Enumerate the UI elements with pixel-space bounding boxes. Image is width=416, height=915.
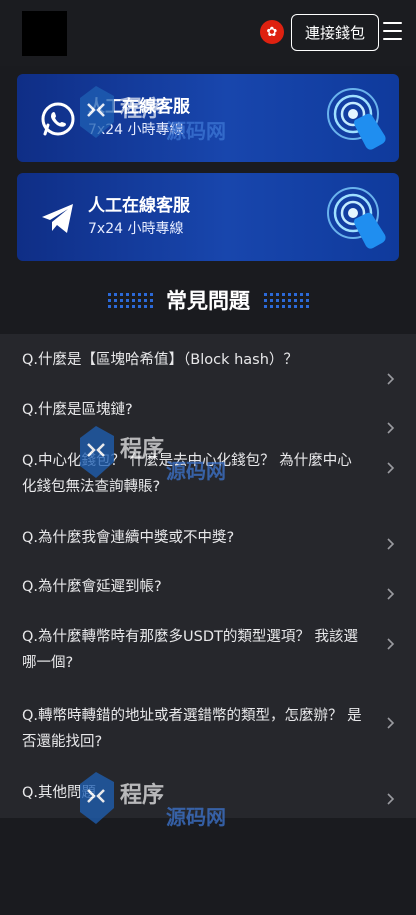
faq-question: Q.中心化錢包？ 什麼是去中心化錢包？ 為什麼中心化錢包無法查詢轉賬? xyxy=(22,453,352,495)
faq-question: Q.為什麼我會連續中獎或不中獎? xyxy=(22,530,235,546)
hong-kong-flag-icon[interactable]: ✿ xyxy=(260,20,284,44)
faq-item[interactable]: Q.中心化錢包？ 什麼是去中心化錢包？ 為什麼中心化錢包無法查詢轉賬? xyxy=(0,448,416,504)
dotted-pattern-left-icon xyxy=(108,293,153,308)
faq-item[interactable]: Q.為什麼會延遲到帳? xyxy=(0,574,416,614)
faq-question: Q.其他問題 xyxy=(22,785,97,801)
dotted-pattern-right-icon xyxy=(264,293,309,308)
hamburger-menu-icon[interactable] xyxy=(383,22,402,40)
touch-hand-icon xyxy=(327,187,386,249)
faq-item[interactable]: Q.什麼是【區塊哈希值】（Block hash）？ xyxy=(0,347,416,387)
card-title: 人工在線客服 xyxy=(88,196,190,216)
faq-question: Q.為什麼轉幣時有那麼多USDT的類型選項？ 我該選哪一個? xyxy=(22,629,358,671)
faq-item[interactable]: Q.其他問題 xyxy=(0,780,416,818)
faq-item[interactable]: Q.轉幣時轉錯的地址或者選錯幣的類型，怎麼辦？ 是否還能找回? xyxy=(0,703,416,759)
faq-list: Q.什麼是【區塊哈希值】（Block hash）？ Q.什麼是區塊鏈? Q.中心… xyxy=(0,334,416,818)
faq-question: Q.轉幣時轉錯的地址或者選錯幣的類型，怎麼辦？ 是否還能找回? xyxy=(22,708,362,750)
card-subtitle: 7x24 小時專線 xyxy=(88,221,184,237)
card-subtitle: 7x24 小時專線 xyxy=(88,122,184,138)
card-title: 人工在線客服 xyxy=(88,97,190,117)
chevron-right-icon xyxy=(387,793,395,805)
chevron-right-icon xyxy=(387,717,395,729)
faq-title: 常見問題 xyxy=(166,289,250,313)
telegram-icon xyxy=(42,204,73,233)
faq-question: Q.什麼是【區塊哈希值】（Block hash）？ xyxy=(22,352,298,368)
faq-item[interactable]: Q.為什麼我會連續中獎或不中獎? xyxy=(0,525,416,565)
chevron-right-icon xyxy=(387,422,395,434)
faq-question: Q.為什麼會延遲到帳? xyxy=(22,579,162,595)
chevron-right-icon xyxy=(387,638,395,650)
faq-question: Q.什麼是區塊鏈? xyxy=(22,402,133,418)
header: ✿ 連接錢包 xyxy=(0,0,416,66)
chevron-right-icon xyxy=(387,588,395,600)
faq-header: 常見問題 xyxy=(0,282,416,318)
logo[interactable] xyxy=(22,11,67,56)
connect-wallet-button[interactable]: 連接錢包 xyxy=(291,14,379,51)
whatsapp-icon xyxy=(41,102,75,136)
chevron-right-icon xyxy=(387,538,395,550)
telegram-service-card[interactable]: 人工在線客服 7x24 小時專線 xyxy=(17,173,399,261)
chevron-right-icon xyxy=(387,462,395,474)
faq-item[interactable]: Q.什麼是區塊鏈? xyxy=(0,397,416,437)
whatsapp-service-card[interactable]: 人工在線客服 7x24 小時專線 xyxy=(17,74,399,162)
chevron-right-icon xyxy=(387,373,395,385)
faq-item[interactable]: Q.為什麼轉幣時有那麼多USDT的類型選項？ 我該選哪一個? xyxy=(0,624,416,680)
touch-hand-icon xyxy=(327,88,386,150)
